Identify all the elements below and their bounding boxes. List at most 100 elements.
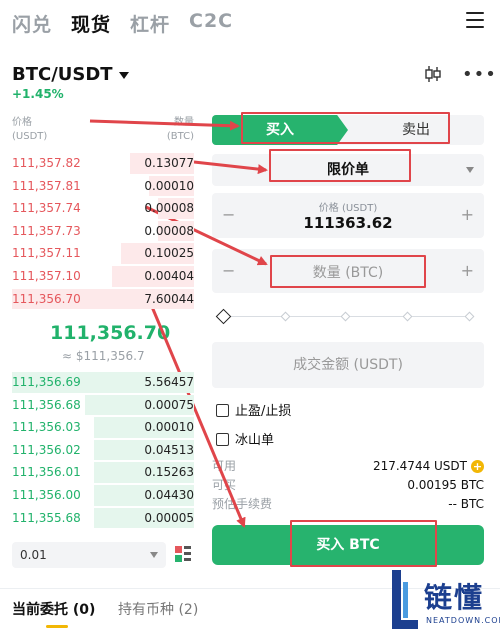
slider-stop[interactable] — [280, 311, 291, 322]
watermark-url: NEATDOWN.COM — [426, 616, 500, 625]
orderbook-layout-icon[interactable] — [174, 545, 192, 563]
orderbook-price: 111,357.10 — [12, 268, 81, 283]
fee-label: 预估手续费 — [212, 497, 273, 511]
orderbook-row[interactable]: 111,355.68 0.00005 — [12, 507, 194, 530]
quantity-placeholder: 数量 (BTC) — [312, 265, 384, 281]
tp-sl-checkbox[interactable]: 止盈/止损 — [216, 400, 291, 419]
caret-down-icon — [118, 71, 129, 79]
orderbook-price: 111,357.11 — [12, 246, 81, 261]
price-input-value: 111363.62 — [303, 214, 393, 232]
price-increase-button[interactable]: + — [461, 205, 474, 224]
orderbook-quantity: 7.60044 — [144, 291, 194, 306]
orderbook-row[interactable]: 111,356.00 0.04430 — [12, 484, 194, 507]
buyable-row: 可买 0.00195 BTC — [212, 477, 484, 493]
orderbook-row[interactable]: 111,357.81 0.00010 — [12, 175, 194, 198]
buy-btc-button[interactable]: 买入 BTC — [212, 525, 484, 565]
orderbook-quantity: 0.00010 — [144, 178, 194, 193]
orderbook-quantity: 0.00005 — [144, 510, 194, 525]
orderbook-price: 111,356.03 — [12, 420, 81, 435]
orderbook-price: 111,357.74 — [12, 201, 81, 216]
slider-stop[interactable] — [340, 311, 351, 322]
orderbook-row[interactable]: 111,357.10 0.00404 — [12, 265, 194, 288]
top-tab-bar: 闪兑 现货 杠杆 C2C — [0, 0, 500, 46]
orderbook-price: 111,356.69 — [12, 375, 81, 389]
deposit-plus-icon[interactable]: + — [471, 460, 484, 473]
active-tab-indicator — [46, 625, 68, 628]
orderbook-price: 111,356.01 — [12, 465, 81, 480]
orderbook-quantity: 0.04513 — [144, 442, 194, 457]
slider-stop[interactable] — [464, 311, 475, 322]
total-amount-placeholder: 成交金额 (USDT) — [293, 357, 403, 373]
tab-c2c[interactable]: C2C — [189, 10, 233, 32]
orderbook-row[interactable]: 111,357.11 0.10025 — [12, 242, 194, 265]
tp-sl-label: 止盈/止损 — [235, 404, 292, 419]
buyable-value: 0.00195 BTC — [407, 478, 484, 492]
orderbook-row[interactable]: 111,357.82 0.13077 — [12, 152, 194, 175]
orderbook-quantity: 0.13077 — [144, 156, 194, 170]
quantity-input[interactable]: − 数量 (BTC) + — [212, 249, 484, 293]
orderbook-price: 111,357.81 — [12, 178, 81, 193]
caret-down-icon — [150, 552, 158, 558]
iceberg-checkbox[interactable]: 冰山单 — [216, 429, 274, 448]
order-type-value: 限价单 — [327, 162, 369, 178]
orderbook-quantity: 0.04430 — [144, 487, 194, 502]
orderbook-row[interactable]: 111,356.01 0.15263 — [12, 461, 194, 484]
amount-percentage-slider[interactable] — [215, 308, 478, 325]
caret-down-icon — [466, 167, 474, 173]
orderbook-price: 111,356.00 — [12, 487, 81, 502]
orderbook-row[interactable]: 111,356.02 0.04513 — [12, 439, 194, 462]
price-input-label: 价格 (USDT) — [318, 203, 378, 214]
iceberg-label: 冰山单 — [235, 433, 275, 448]
pair-selector[interactable]: BTC/USDT — [12, 64, 129, 85]
watermark-logo — [392, 570, 418, 629]
tab-sell[interactable]: 卖出 — [348, 115, 484, 145]
orderbook-quantity: 0.00010 — [144, 420, 194, 435]
tab-open-orders[interactable]: 当前委托 (0) — [12, 599, 95, 619]
orderbook-row[interactable]: 111,357.74 0.00008 — [12, 197, 194, 220]
tab-spot[interactable]: 现货 — [71, 10, 111, 37]
pair-symbol: BTC/USDT — [12, 64, 113, 85]
orderbook-header: 价格 (USDT) 数量 (BTC) — [12, 116, 194, 144]
orderbook-quantity: 0.00404 — [144, 268, 194, 283]
orderbook-row[interactable]: 111,356.70 7.60044 — [12, 288, 194, 311]
orderbook-row[interactable]: 111,357.73 0.00008 — [12, 220, 194, 243]
last-price: 111,356.70 — [50, 322, 171, 344]
price-change: +1.45% — [12, 87, 64, 101]
orderbook-price: 111,355.68 — [12, 510, 81, 525]
candlestick-chart-icon[interactable] — [424, 66, 442, 82]
precision-select[interactable]: 0.01 — [12, 542, 166, 568]
orderbook-price: 111,356.70 — [12, 291, 81, 306]
fiat-price: ≈ $111,356.7 — [62, 349, 145, 363]
slider-handle[interactable] — [215, 308, 232, 325]
tab-buy[interactable]: 买入 — [212, 115, 348, 145]
orderbook-row[interactable]: 111,356.03 0.00010 — [12, 416, 194, 439]
menu-icon[interactable] — [466, 12, 484, 28]
orderbook-price: 111,356.68 — [12, 397, 81, 412]
orderbook-price: 111,356.02 — [12, 442, 81, 457]
available-label: 可用 — [212, 459, 237, 473]
tab-margin[interactable]: 杠杆 — [130, 10, 170, 37]
watermark-brand: 链懂 — [424, 581, 485, 614]
available-value: 217.4744 USDT — [372, 459, 467, 473]
available-balance-row: 可用 217.4744 USDT + — [212, 458, 484, 474]
price-input[interactable]: − 价格 (USDT) 111363.62 + — [212, 193, 484, 238]
orderbook-row[interactable]: 111,356.68 0.00075 — [12, 394, 194, 417]
qty-column-unit: (BTC) — [166, 131, 194, 142]
more-options-icon[interactable]: ••• — [462, 64, 497, 85]
orderbook-quantity: 0.00075 — [144, 397, 194, 412]
buy-sell-toggle: 买入 卖出 — [212, 115, 484, 145]
quantity-increase-button[interactable]: + — [461, 261, 474, 280]
fee-row: 预估手续费 -- BTC — [212, 496, 484, 512]
slider-stop[interactable] — [402, 311, 413, 322]
total-amount-input[interactable]: 成交金额 (USDT) — [212, 342, 484, 388]
orderbook-price: 111,357.73 — [12, 223, 81, 238]
checkbox-icon — [216, 433, 229, 446]
order-type-select[interactable]: 限价单 — [212, 154, 484, 186]
orderbook-quantity: 0.00008 — [144, 201, 194, 216]
tab-flash-swap[interactable]: 闪兑 — [12, 10, 52, 37]
bid-list: 111,356.69 5.56457 111,356.68 0.00075 111,35… — [12, 371, 194, 529]
qty-column-label: 数量 — [174, 117, 194, 128]
tab-holdings[interactable]: 持有币种 (2) — [118, 599, 198, 619]
ask-list: 111,357.82 0.13077 111,357.81 0.00010 111,35… — [12, 152, 194, 310]
orderbook-row[interactable]: 111,356.69 5.56457 — [12, 371, 194, 394]
